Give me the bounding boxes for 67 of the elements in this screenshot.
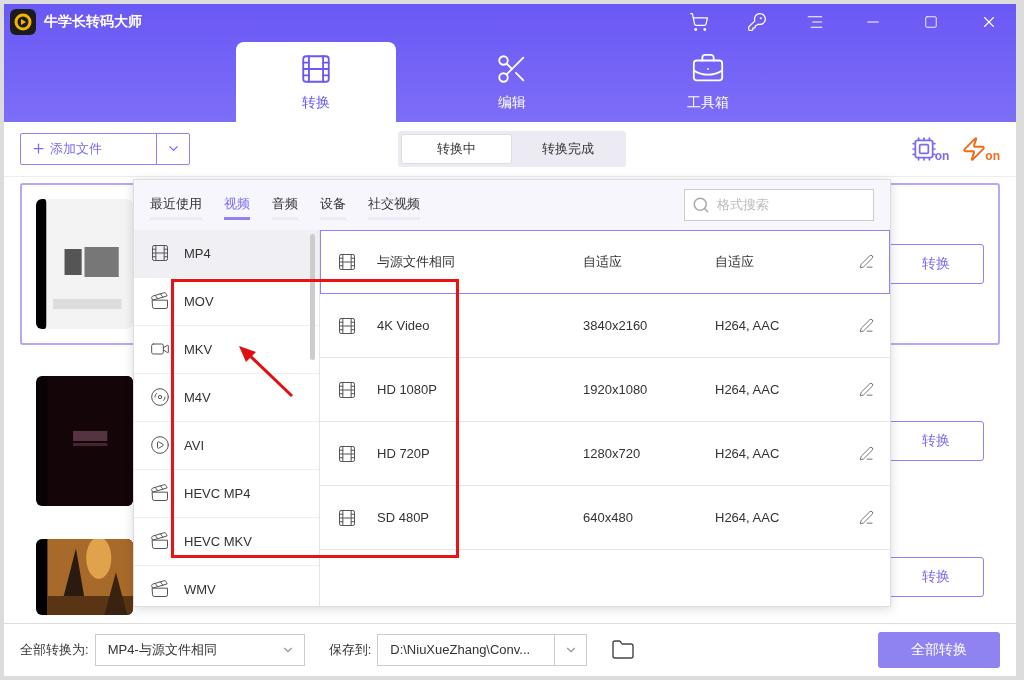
- folder-icon[interactable]: [611, 637, 636, 662]
- format-item[interactable]: M4V: [134, 373, 319, 422]
- preset-codec: H264, AAC: [715, 382, 781, 398]
- film-icon: [337, 507, 357, 528]
- save-to-label: 保存到:: [328, 640, 372, 659]
- format-item[interactable]: AVI: [134, 421, 319, 470]
- clapperboard-icon: [150, 291, 170, 312]
- preset-resolution: 640x480: [583, 510, 634, 526]
- main-tab[interactable]: 转换: [236, 41, 396, 122]
- edit-icon[interactable]: [859, 446, 874, 462]
- edit-icon[interactable]: [859, 510, 874, 526]
- film-icon: [337, 315, 357, 336]
- convert-all-label: 全部转换为:: [20, 640, 89, 659]
- format-item[interactable]: MKV: [134, 325, 319, 374]
- category-tab[interactable]: 视频: [224, 189, 250, 221]
- film-reel-icon: [150, 387, 170, 408]
- format-item[interactable]: HEVC MP4: [134, 469, 319, 518]
- film-icon: [150, 243, 170, 264]
- category-tab[interactable]: 设备: [320, 189, 346, 221]
- add-file-button[interactable]: 添加文件: [20, 132, 190, 165]
- window-title: 牛学长转码大师: [44, 13, 143, 31]
- edit-icon[interactable]: [859, 318, 874, 334]
- output-format-select[interactable]: MP4-与源文件相同: [94, 633, 305, 666]
- search-icon: [692, 195, 710, 214]
- film-icon: [337, 443, 357, 464]
- status-tab[interactable]: 转换中: [401, 133, 512, 164]
- preset-codec: H264, AAC: [715, 510, 781, 526]
- edit-icon[interactable]: [859, 382, 874, 398]
- play-circle-icon: [150, 435, 170, 456]
- annotation-arrow: [236, 343, 296, 400]
- preset-name: HD 1080P: [377, 382, 438, 398]
- preset-codec: H264, AAC: [715, 446, 781, 462]
- gpu-acceleration-button[interactable]: on: [910, 135, 950, 162]
- preset-row[interactable]: 与源文件相同 自适应 自适应: [320, 229, 890, 294]
- format-item[interactable]: WMV: [134, 565, 319, 606]
- preset-codec: 自适应: [715, 252, 755, 271]
- category-tab[interactable]: 音频: [272, 189, 298, 221]
- clapperboard-icon: [150, 531, 170, 552]
- preset-name: 与源文件相同: [377, 252, 456, 271]
- category-tab[interactable]: 最近使用: [150, 189, 202, 221]
- preset-row[interactable]: HD 720P 1280x720 H264, AAC: [320, 421, 890, 486]
- clapperboard-icon: [150, 579, 170, 600]
- plus-icon: [31, 141, 46, 157]
- preset-name: HD 720P: [377, 446, 431, 462]
- search-field[interactable]: 格式搜索: [684, 188, 874, 221]
- preset-resolution: 自适应: [583, 252, 623, 271]
- film-icon: [337, 379, 357, 400]
- category-tab[interactable]: 社交视频: [368, 189, 420, 221]
- main-tab[interactable]: 工具箱: [628, 41, 788, 122]
- preset-resolution: 1280x720: [583, 446, 642, 462]
- app-logo-icon: [10, 9, 36, 35]
- preset-name: SD 480P: [377, 510, 431, 526]
- preset-name: 4K Video: [377, 318, 431, 334]
- clapperboard-icon: [150, 483, 170, 504]
- scrollbar[interactable]: [310, 233, 315, 360]
- status-tab[interactable]: 转换完成: [512, 133, 623, 164]
- preset-row[interactable]: 4K Video 3840x2160 H264, AAC: [320, 293, 890, 358]
- preset-row[interactable]: HD 1080P 1920x1080 H264, AAC: [320, 357, 890, 422]
- preset-row[interactable]: SD 480P 640x480 H264, AAC: [320, 485, 890, 550]
- preset-resolution: 1920x1080: [583, 382, 649, 398]
- edit-icon[interactable]: [859, 254, 874, 270]
- preset-resolution: 3840x2160: [583, 318, 649, 334]
- main-tab[interactable]: 编辑: [432, 41, 592, 122]
- format-item[interactable]: MP4: [134, 229, 319, 278]
- film-icon: [337, 251, 357, 272]
- save-path-select[interactable]: D:\NiuXueZhang\Conv...: [377, 633, 588, 666]
- preset-codec: H264, AAC: [715, 318, 781, 334]
